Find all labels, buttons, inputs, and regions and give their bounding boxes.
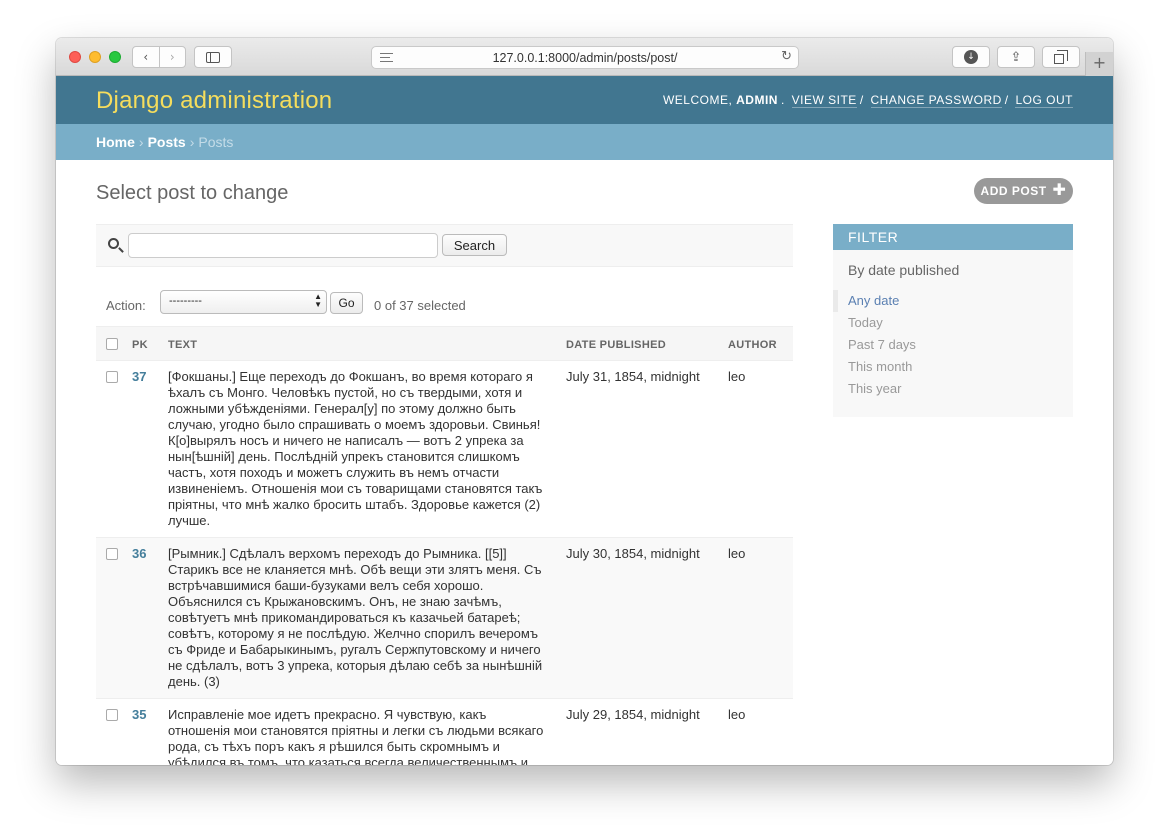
table-header-row: PK Text Date published Author: [96, 326, 793, 361]
action-select[interactable]: --------- ▲ ▼: [160, 290, 327, 314]
pk-cell: 35: [126, 698, 162, 765]
share-icon: ⇪: [1010, 49, 1022, 65]
downloads-button[interactable]: ↓: [952, 46, 990, 68]
view-site-link[interactable]: View site: [791, 93, 857, 108]
breadcrumb-home[interactable]: Home: [96, 134, 135, 150]
actions-bar: Action: --------- ▲ ▼ Go 0 of 37 selected: [96, 290, 793, 326]
welcome-text: Welcome,: [662, 93, 737, 107]
download-icon: ↓: [964, 50, 978, 64]
reader-icon[interactable]: [380, 53, 393, 62]
row-checkbox[interactable]: [106, 371, 118, 383]
breadcrumb-current: Posts: [198, 134, 234, 150]
row-checkbox[interactable]: [106, 709, 118, 721]
text-cell: [Рымник.] Сдѣлалъ верхомъ переходъ до Ры…: [162, 537, 560, 699]
row-checkbox[interactable]: [106, 548, 118, 560]
filter-options: Any date Today Past 7 days This month Th…: [833, 290, 1073, 400]
column-header-text[interactable]: Text: [162, 326, 560, 361]
filter-option-any-date[interactable]: Any date: [833, 290, 1073, 312]
search-icon: [108, 238, 119, 249]
post-pk-link[interactable]: 35: [132, 707, 146, 722]
admin-page: Django administration Welcome, admin. Vi…: [56, 76, 1113, 765]
page-title: Select post to change: [96, 182, 289, 204]
sidebar-toggle-button[interactable]: [194, 46, 232, 68]
browser-window: ‹ › 127.0.0.1:8000/admin/posts/post/ ↻ ↓…: [56, 38, 1113, 765]
new-tab-button[interactable]: +: [1085, 52, 1113, 76]
search-input[interactable]: [128, 233, 438, 258]
search-button[interactable]: Search: [442, 234, 507, 256]
column-header-date-published[interactable]: Date published: [560, 326, 722, 361]
username: admin: [736, 93, 778, 107]
filter-panel: Filter By date published Any date Today …: [833, 224, 1073, 417]
zoom-window-button[interactable]: [109, 51, 121, 63]
text-cell: [Фокшаны.] Еще переходъ до Фокшанъ, во в…: [162, 360, 560, 538]
row-checkbox-cell: [96, 360, 126, 538]
action-label: Action:: [106, 298, 146, 313]
select-arrows-icon: ▲ ▼: [314, 292, 322, 309]
column-header-pk[interactable]: PK: [126, 326, 162, 361]
url-text: 127.0.0.1:8000/admin/posts/post/: [492, 50, 678, 65]
close-window-button[interactable]: [69, 51, 81, 63]
filter-title: Filter: [833, 224, 1073, 250]
content: Select post to change Add post ✚ Search …: [56, 160, 1113, 765]
select-all-checkbox[interactable]: [106, 338, 118, 350]
back-button[interactable]: ‹: [133, 47, 159, 67]
pk-cell: 37: [126, 360, 162, 538]
date-cell: July 29, 1854, midnight: [560, 698, 722, 765]
plus-icon: ✚: [1052, 182, 1067, 199]
admin-header: Django administration Welcome, admin. Vi…: [56, 76, 1113, 124]
user-tools: Welcome, admin. View site / Change passwo…: [662, 93, 1073, 108]
action-selected-option: ---------: [169, 295, 202, 307]
filter-option-this-year[interactable]: This year: [833, 378, 1073, 400]
filter-option-past-7-days[interactable]: Past 7 days: [833, 334, 1073, 356]
browser-toolbar: ‹ › 127.0.0.1:8000/admin/posts/post/ ↻ ↓…: [56, 38, 1113, 76]
history-nav: ‹ ›: [132, 46, 186, 68]
table-row: 35 Исправленіе мое идетъ прекрасно. Я чу…: [96, 698, 793, 765]
change-password-link[interactable]: Change password: [870, 93, 1002, 108]
address-bar[interactable]: 127.0.0.1:8000/admin/posts/post/ ↻: [371, 46, 799, 69]
column-header-author[interactable]: Author: [722, 326, 793, 361]
breadcrumb-app[interactable]: Posts: [148, 134, 186, 150]
tabs-icon: [1054, 50, 1068, 64]
filter-heading: By date published: [848, 262, 960, 278]
log-out-link[interactable]: Log out: [1015, 93, 1073, 108]
table-row: 37 [Фокшаны.] Еще переходъ до Фокшанъ, в…: [96, 360, 793, 538]
action-counter: 0 of 37 selected: [374, 298, 466, 313]
changelist: Search Action: --------- ▲ ▼ Go 0 of 37 s…: [96, 224, 793, 765]
search-toolbar: Search: [96, 224, 793, 267]
forward-button[interactable]: ›: [158, 47, 186, 67]
date-cell: July 30, 1854, midnight: [560, 537, 722, 699]
minimize-window-button[interactable]: [89, 51, 101, 63]
add-post-button[interactable]: Add post ✚: [974, 178, 1073, 204]
text-cell: Исправленіе мое идетъ прекрасно. Я чувст…: [162, 698, 560, 765]
breadcrumb: Home › Posts › Posts: [56, 124, 1113, 160]
table-row: 36 [Рымник.] Сдѣлалъ верхомъ переходъ до…: [96, 537, 793, 699]
site-name[interactable]: Django administration: [96, 87, 332, 115]
sidebar-icon: [206, 51, 220, 63]
add-post-label: Add post: [980, 184, 1047, 198]
go-button[interactable]: Go: [330, 292, 363, 314]
tab-overview-button[interactable]: [1042, 46, 1080, 68]
author-cell: leo: [722, 537, 793, 699]
post-pk-link[interactable]: 36: [132, 546, 146, 561]
author-cell: leo: [722, 698, 793, 765]
select-all-header: [96, 326, 126, 361]
reload-icon[interactable]: ↻: [781, 49, 792, 64]
date-cell: July 31, 1854, midnight: [560, 360, 722, 538]
post-pk-link[interactable]: 37: [132, 369, 146, 384]
filter-option-this-month[interactable]: This month: [833, 356, 1073, 378]
filter-option-today[interactable]: Today: [833, 312, 1073, 334]
row-checkbox-cell: [96, 537, 126, 699]
share-button[interactable]: ⇪: [997, 46, 1035, 68]
pk-cell: 36: [126, 537, 162, 699]
results-table: PK Text Date published Author 37 [Фокшан…: [96, 326, 793, 765]
author-cell: leo: [722, 360, 793, 538]
row-checkbox-cell: [96, 698, 126, 765]
